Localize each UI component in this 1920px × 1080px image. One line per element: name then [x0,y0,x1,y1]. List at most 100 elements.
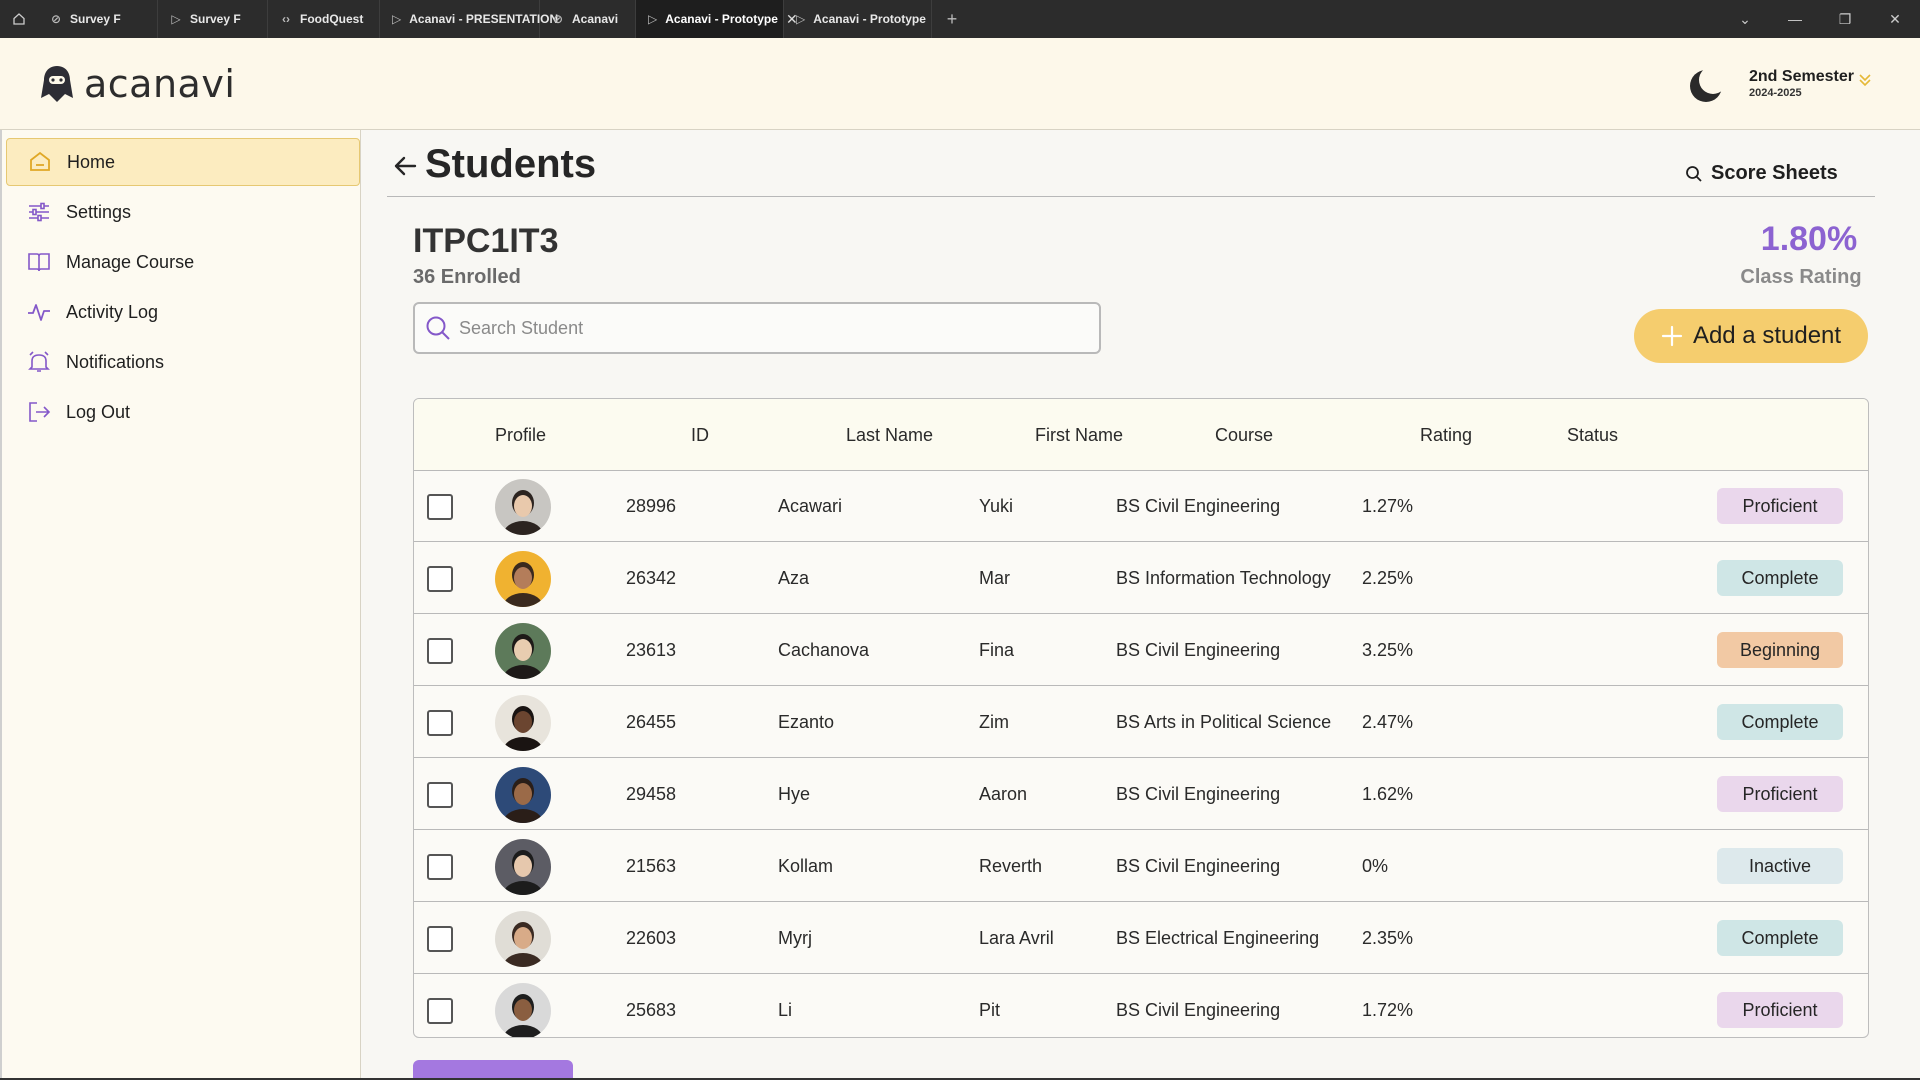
partial-button[interactable] [413,1060,573,1080]
tab-list-icon[interactable]: ⌄ [1720,11,1770,28]
row-checkbox[interactable] [427,494,453,520]
score-sheets-label: Score Sheets [1711,162,1838,184]
course-name: BS Civil Engineering [1116,640,1281,660]
last-name: Kollam [778,856,834,876]
divider [387,196,1875,197]
student-rating: 0% [1362,856,1389,876]
close-window-icon[interactable]: ✕ [1870,11,1920,28]
column-header: Profile [495,425,547,445]
sidebar-item-manage-course[interactable]: Manage Course [6,238,360,286]
browser-tab[interactable]: ⊘ Acanavi [540,0,636,38]
first-name: Mar [979,568,1010,588]
avatar [495,983,551,1037]
table-row[interactable]: 28996 Acawari Yuki BS Civil Engineering 1.27… [414,471,1868,542]
chevron-down-icon[interactable] [1858,72,1872,88]
play-icon: ▷ [648,12,658,26]
status-badge: Beginning [1717,632,1843,668]
last-name: Hye [778,784,811,804]
plus-icon [1661,325,1683,347]
first-name: Lara Avril [979,928,1054,948]
column-header: Status [1567,425,1619,445]
new-tab-button[interactable]: + [932,9,972,30]
sidebar-item-settings[interactable]: Settings [6,188,360,236]
student-rating: 1.72% [1362,1000,1414,1020]
row-checkbox[interactable] [427,854,453,880]
restore-icon[interactable]: ❐ [1820,11,1870,28]
browser-tab[interactable]: ▷ Acanavi - Prototype ✕ [636,0,798,38]
status-badge: Proficient [1717,992,1843,1028]
status-badge: Proficient [1717,488,1843,524]
last-name: Ezanto [778,712,835,732]
browser-tab-label: FoodQuest [300,12,364,26]
browser-tab[interactable]: ⊘ Survey F [38,0,158,38]
students-table: Profile ID Last Name First Name Course Rating… [413,398,1869,1038]
column-header: Last Name [846,425,934,445]
browser-tab[interactable]: ▷ Acanavi - PRESENTATION [380,0,558,38]
table-row[interactable]: 26342 Aza Mar BS Information Technology 2.25… [414,543,1868,614]
minimize-icon[interactable]: — [1770,11,1820,27]
browser-tab-label: Acanavi - PRESENTATION [409,12,559,26]
row-checkbox[interactable] [427,782,453,808]
table-row[interactable]: 23613 Cachanova Fina BS Civil Engineering 3.… [414,615,1868,686]
logo[interactable]: acanavi [40,62,235,106]
course-name: BS Civil Engineering [1116,784,1281,804]
table-row[interactable]: 21563 Kollam Reverth BS Civil Engineering 0%… [414,831,1868,902]
book-icon [28,253,50,272]
browser-tab[interactable]: ▷ Survey F [158,0,268,38]
browser-tab[interactable]: ▷ Acanavi - Prototype [784,0,932,38]
avatar [495,623,551,679]
moon-icon[interactable] [1686,66,1726,106]
search-field[interactable] [413,302,1101,354]
browser-tab-label: Acanavi - Prototype [665,12,778,26]
table-row[interactable]: 25683 Li Pit BS Civil Engineering 1.72% Profi… [414,975,1868,1037]
figma-icon: ⊘ [552,12,564,26]
row-checkbox[interactable] [427,710,453,736]
table-row[interactable]: 29458 Hye Aaron BS Civil Engineering 1.62% Pr… [414,759,1868,830]
student-id: 23613 [626,640,677,660]
browser-tab-label: Survey F [190,12,241,26]
table-row[interactable]: 26455 Ezanto Zim BS Arts in Political Scien… [414,687,1868,758]
first-name: Fina [979,640,1015,660]
row-checkbox[interactable] [427,998,453,1024]
semester-selector[interactable]: 2nd Semester 2024-2025 [1749,68,1854,99]
avatar [495,839,551,895]
search-input[interactable] [459,317,1079,339]
student-id: 26455 [626,712,677,732]
sidebar-item-label: Notifications [66,351,165,372]
status-badge: Proficient [1717,776,1843,812]
student-id: 22603 [626,928,677,948]
avatar [495,551,551,607]
last-name: Li [778,1000,793,1020]
table-row[interactable]: 22603 Myrj Lara Avril BS Electrical Enginee… [414,903,1868,974]
table-header: Profile ID Last Name First Name Course Rating… [414,399,1868,471]
last-name: Myrj [778,928,812,948]
logo-icon [41,66,73,102]
column-header: ID [691,425,709,445]
sidebar-item-label: Settings [66,201,132,222]
student-rating: 2.25% [1362,568,1414,588]
code-icon: ‹› [282,12,290,26]
main-content: Students Score Sheets ITPC1IT3 36 Enroll… [361,130,1920,1080]
row-checkbox[interactable] [427,638,453,664]
status-badge: Complete [1717,920,1843,956]
column-header: First Name [1035,425,1124,445]
row-checkbox[interactable] [427,566,453,592]
back-arrow-icon[interactable] [391,152,419,180]
activity-icon [28,304,50,321]
sidebar-item-notifications[interactable]: Notifications [6,338,360,386]
browser-tab[interactable]: ‹› FoodQuest [268,0,380,38]
sliders-icon [29,202,49,222]
sidebar-item-activity-log[interactable]: Activity Log [6,288,360,336]
play-icon: ▷ [392,12,402,26]
sidebar-item-home[interactable]: Home [6,138,360,186]
home-icon[interactable] [0,0,38,38]
logo-text: acanavi [84,62,236,106]
sidebar-item-log-out[interactable]: Log Out [6,388,360,436]
class-rating-label: Class Rating [1740,266,1862,288]
score-sheets-link[interactable]: Score Sheets [1685,162,1838,185]
add-student-label: Add a student [1692,322,1842,349]
student-id: 25683 [626,1000,677,1020]
bell-icon [28,351,50,372]
add-student-button[interactable]: Add a student [1634,309,1868,363]
row-checkbox[interactable] [427,926,453,952]
